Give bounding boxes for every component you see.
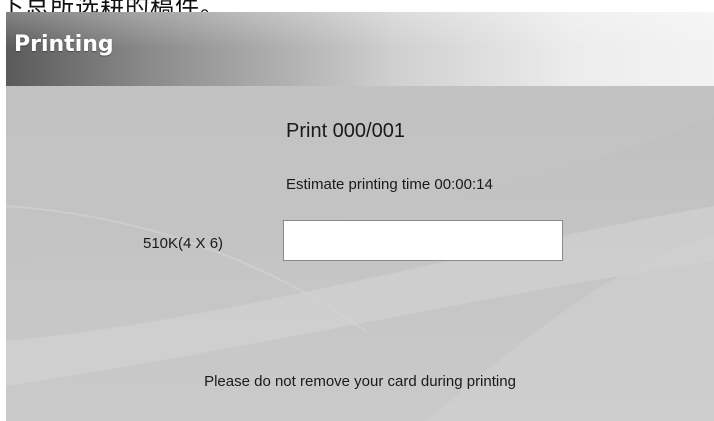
- printing-screen: Printing Print 000/001 Estimate printing…: [6, 12, 714, 421]
- image-size-label: 510K(4 X 6): [143, 235, 224, 252]
- dialog-title: Printing: [14, 32, 114, 57]
- caption-text: 下总所选耕的稿件。: [0, 0, 225, 12]
- caption-strip: 下总所选耕的稿件。: [0, 0, 714, 12]
- title-bar: Printing: [6, 12, 714, 86]
- estimate-time: 00:00:14: [434, 176, 493, 193]
- estimate-row: Estimate printing time 00:00:14: [286, 176, 493, 193]
- estimate-label: Estimate printing time: [286, 176, 431, 193]
- progress-bar: [283, 220, 563, 261]
- notice-text: Please do not remove your card during pr…: [204, 373, 516, 390]
- print-count: Print 000/001: [286, 120, 405, 142]
